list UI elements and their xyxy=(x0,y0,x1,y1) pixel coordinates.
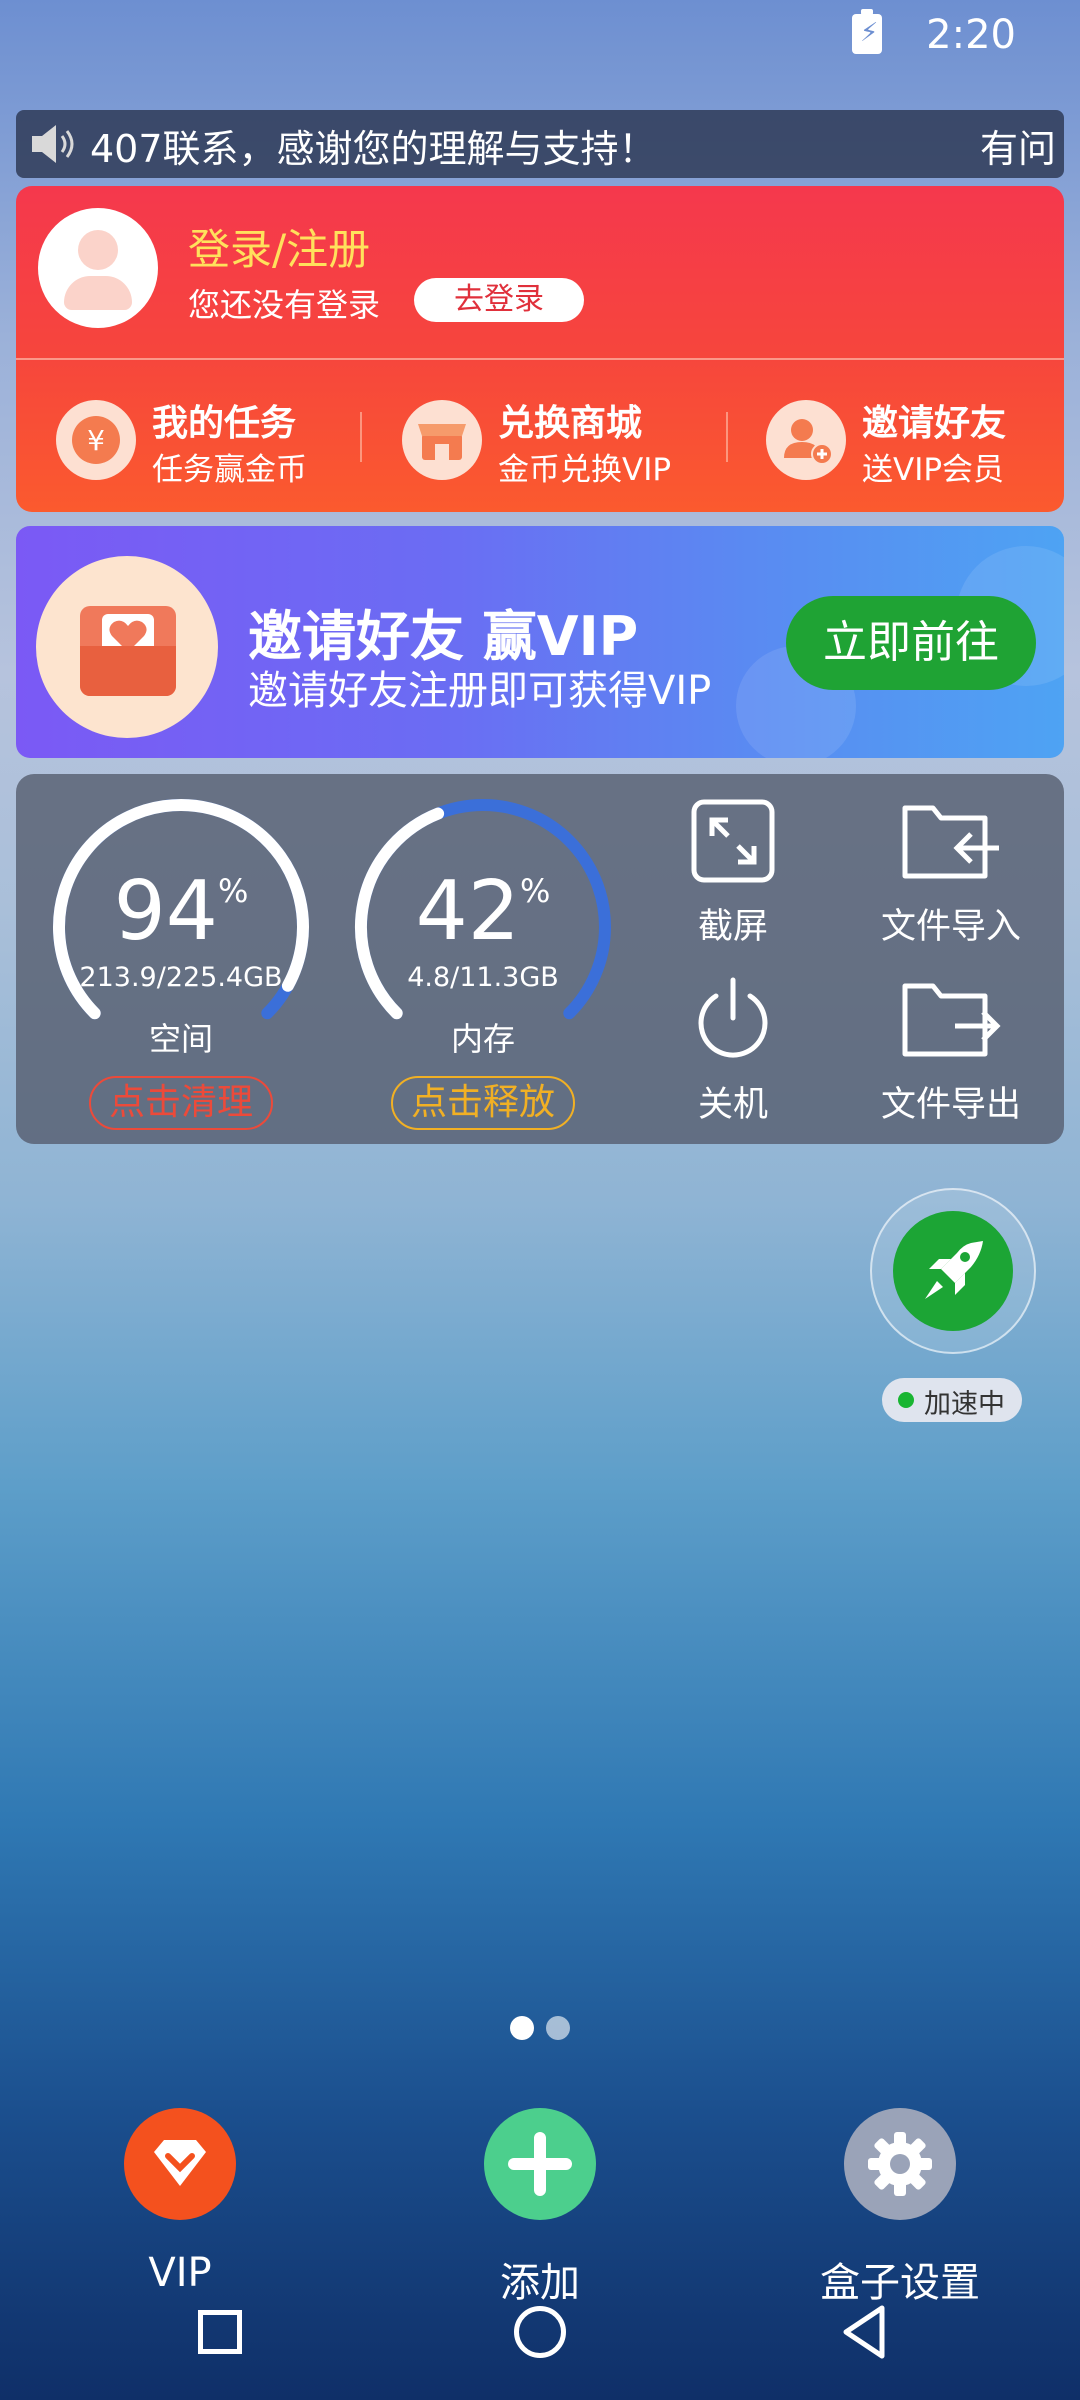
gear-icon xyxy=(844,2108,956,2220)
divider xyxy=(726,412,728,462)
rocket-icon xyxy=(893,1211,1013,1331)
storage-label: 空间 xyxy=(148,1020,213,1058)
feature-subtitle: 任务赢金币 xyxy=(152,452,307,488)
booster-button[interactable] xyxy=(870,1188,1036,1354)
dock-box-settings[interactable]: 盒子设置 xyxy=(790,2108,1010,2308)
status-dot xyxy=(898,1392,914,1408)
feature-title: 邀请好友 xyxy=(862,403,1007,444)
login-status-text: 您还没有登录 xyxy=(188,286,381,324)
plus-icon xyxy=(484,2108,596,2220)
notice-text: 407联系，感谢您的理解与支持！ xyxy=(90,127,657,171)
my-tasks-item[interactable]: ¥ 我的任务 任务赢金币 xyxy=(56,390,356,490)
go-now-button[interactable]: 立即前往 xyxy=(786,596,1036,690)
release-memory-button[interactable]: 点击释放 xyxy=(391,1076,575,1130)
speaker-icon xyxy=(32,125,74,163)
folder-export-icon xyxy=(902,983,1001,1057)
vip-diamond-icon xyxy=(124,2108,236,2220)
folder-import-icon xyxy=(902,805,999,879)
notice-marquee[interactable]: 407联系，感谢您的理解与支持！ 有问 xyxy=(16,110,1064,178)
dock-label: VIP xyxy=(148,2250,212,2296)
booster-status-text: 加速中 xyxy=(924,1389,1005,1420)
tools-panel: 94% 213.9/225.4GB 空间 点击清理 42% 4.8/11.3GB… xyxy=(16,774,1064,1144)
store-icon xyxy=(402,400,482,480)
screenshot-button[interactable]: 截屏 xyxy=(648,796,818,949)
notice-text-next: 有问 xyxy=(979,127,1056,171)
exchange-store-item[interactable]: 兑换商城 金币兑换VIP xyxy=(402,390,722,490)
booster-status-badge: 加速中 xyxy=(882,1378,1022,1422)
storage-percent: 94% xyxy=(113,864,249,959)
memory-label: 内存 xyxy=(450,1020,515,1058)
file-export-button[interactable]: 文件导出 xyxy=(866,974,1036,1127)
status-time: 2:20 xyxy=(926,12,1016,58)
home-button[interactable] xyxy=(514,2306,566,2358)
feature-title: 兑换商城 xyxy=(498,403,643,444)
user-card: 登录/注册 您还没有登录 去登录 ¥ 我的任务 任务赢金币 兑换商城 金币兑换V… xyxy=(16,186,1064,512)
tool-label: 文件导出 xyxy=(880,1085,1021,1125)
power-icon xyxy=(698,977,768,1058)
feature-subtitle: 金币兑换VIP xyxy=(498,452,672,488)
storage-size: 213.9/225.4GB xyxy=(79,962,283,993)
invite-banner[interactable]: 邀请好友 赢VIP 邀请好友注册即可获得VIP 立即前往 xyxy=(16,526,1064,758)
dock-label: 添加 xyxy=(500,2260,580,2306)
yen-coin-icon: ¥ xyxy=(56,400,136,480)
tool-label: 关机 xyxy=(697,1085,768,1125)
file-import-button[interactable]: 文件导入 xyxy=(866,796,1036,949)
divider xyxy=(16,358,1064,360)
dock-label: 盒子设置 xyxy=(820,2260,980,2306)
heart-envelope-icon xyxy=(36,556,218,738)
add-user-icon xyxy=(766,400,846,480)
go-login-button[interactable]: 去登录 xyxy=(414,278,584,322)
battery-charging-icon: ⚡ xyxy=(852,9,882,54)
banner-subtitle: 邀请好友注册即可获得VIP xyxy=(248,668,712,714)
power-off-button[interactable]: 关机 xyxy=(648,974,818,1127)
page-dot-active[interactable] xyxy=(510,2016,534,2040)
dock-add[interactable]: 添加 xyxy=(430,2108,650,2308)
page-dot[interactable] xyxy=(546,2016,570,2040)
feature-title: 我的任务 xyxy=(152,403,297,444)
screenshot-icon xyxy=(691,799,775,883)
memory-size: 4.8/11.3GB xyxy=(407,962,559,993)
svg-text:¥: ¥ xyxy=(87,424,105,457)
dock-vip[interactable]: VIP xyxy=(70,2108,290,2296)
feature-subtitle: 送VIP会员 xyxy=(862,452,1005,488)
clean-storage-button[interactable]: 点击清理 xyxy=(89,1076,273,1130)
tool-label: 截屏 xyxy=(697,907,768,947)
memory-percent: 42% xyxy=(415,864,551,959)
back-button[interactable] xyxy=(836,2302,892,2362)
login-register-title[interactable]: 登录/注册 xyxy=(188,216,370,277)
recent-apps-button[interactable] xyxy=(198,2310,242,2354)
tool-label: 文件导入 xyxy=(880,907,1021,947)
invite-friends-item[interactable]: 邀请好友 送VIP会员 xyxy=(766,390,1062,490)
divider xyxy=(360,412,362,462)
avatar[interactable] xyxy=(38,208,158,328)
